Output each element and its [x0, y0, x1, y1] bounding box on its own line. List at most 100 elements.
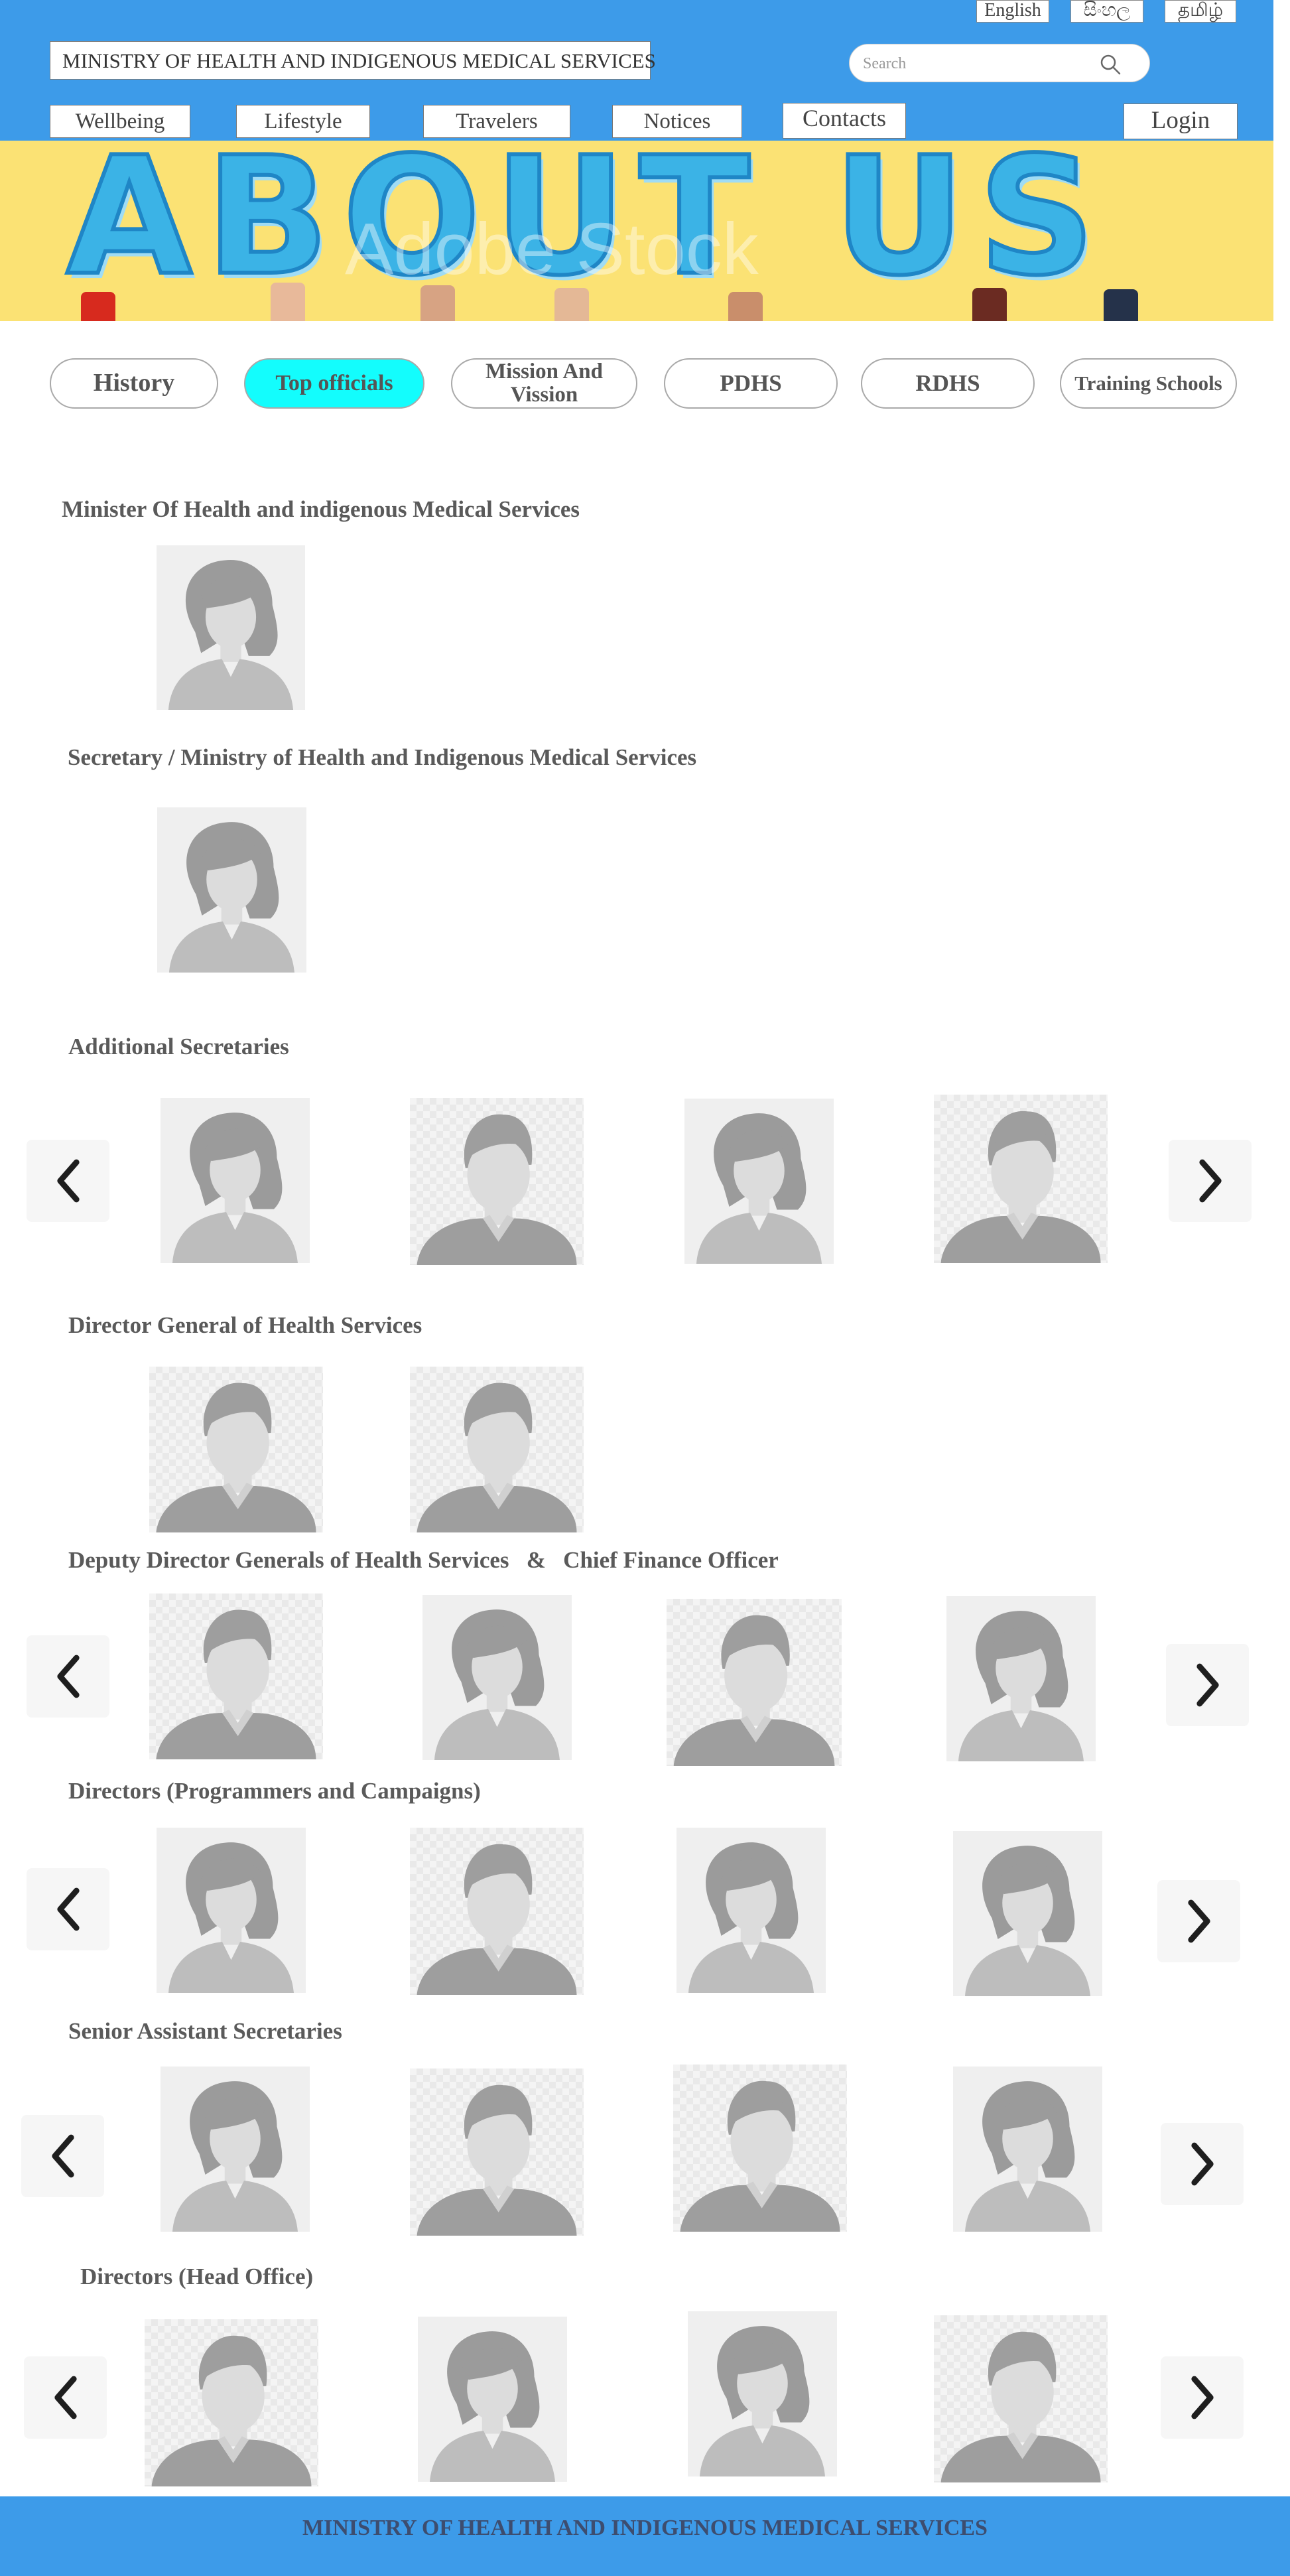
section-title-senior-assistant-secretaries: Senior Assistant Secretaries [68, 2018, 342, 2044]
official-photo[interactable] [157, 545, 305, 710]
official-photo[interactable] [422, 1595, 572, 1760]
nav-travelers[interactable]: Travelers [423, 105, 570, 138]
hand-image [1104, 289, 1138, 321]
section-title-directors-programmers: Directors (Programmers and Campaigns) [68, 1778, 481, 1804]
language-english-button[interactable]: English [976, 0, 1049, 23]
female-avatar-icon [168, 1842, 294, 1993]
official-photo[interactable] [667, 1599, 842, 1766]
official-photo[interactable] [157, 807, 306, 973]
section-title-directors-head-office: Directors (Head Office) [80, 2264, 314, 2289]
hand-image [271, 283, 305, 321]
tab-top-officials[interactable]: Top officials [244, 358, 424, 409]
female-avatar-icon [696, 1113, 822, 1264]
male-avatar-icon [151, 2335, 312, 2486]
male-avatar-icon [673, 1615, 835, 1766]
female-avatar-icon [700, 2326, 825, 2476]
female-avatar-icon [172, 1113, 298, 1263]
female-avatar-icon [168, 560, 294, 710]
male-avatar-icon [156, 1383, 316, 1532]
male-avatar-icon [417, 1383, 577, 1532]
hand-image [728, 292, 763, 321]
search-input[interactable] [862, 50, 1090, 78]
language-tamil-button[interactable]: தமிழ் [1165, 0, 1236, 23]
official-photo[interactable] [161, 2067, 310, 2232]
hand-image [972, 288, 1007, 321]
official-photo[interactable] [149, 1367, 323, 1532]
official-photo[interactable] [157, 1828, 306, 1993]
nav-contacts[interactable]: Contacts [783, 103, 906, 139]
official-photo[interactable] [673, 2065, 847, 2232]
male-avatar-icon [940, 2331, 1101, 2482]
tab-mission-label: Mission And Vission [485, 360, 603, 407]
carousel-next-button[interactable] [1166, 1644, 1249, 1726]
male-avatar-icon [156, 1609, 316, 1759]
female-avatar-icon [172, 2081, 298, 2232]
female-avatar-icon [958, 1611, 1084, 1761]
male-avatar-icon [680, 2080, 840, 2232]
chevron-right-icon [1191, 2142, 1214, 2186]
carousel-next-button[interactable] [1169, 1140, 1252, 1222]
official-photo[interactable] [934, 1095, 1108, 1263]
official-photo[interactable] [946, 1596, 1096, 1761]
nav-wellbeing[interactable]: Wellbeing [50, 105, 190, 138]
official-photo[interactable] [688, 2311, 837, 2476]
section-title-secretary: Secretary / Ministry of Health and Indig… [68, 744, 697, 770]
language-sinhala-button[interactable]: සිංහල [1070, 0, 1143, 23]
carousel-prev-button[interactable] [27, 1635, 109, 1718]
section-title-deputy-director-generals: Deputy Director Generals of Health Servi… [68, 1547, 779, 1573]
female-avatar-icon [965, 2081, 1090, 2232]
banner-watermark: Adobe Stock [345, 208, 759, 290]
tab-pdhs[interactable]: PDHS [664, 358, 838, 409]
carousel-prev-button[interactable] [27, 1868, 109, 1950]
official-photo[interactable] [953, 2067, 1102, 2232]
official-photo[interactable] [161, 1098, 310, 1263]
official-photo[interactable] [677, 1828, 826, 1993]
carousel-next-button[interactable] [1161, 2356, 1244, 2439]
carousel-next-button[interactable] [1157, 1880, 1240, 1962]
carousel-prev-button[interactable] [24, 2356, 107, 2439]
section-title-minister: Minister Of Health and indigenous Medica… [62, 496, 580, 522]
official-photo[interactable] [953, 1831, 1102, 1996]
chevron-left-icon [56, 1159, 80, 1203]
official-photo[interactable] [149, 1593, 323, 1759]
official-photo[interactable] [410, 1098, 584, 1265]
hand-image [420, 285, 455, 321]
female-avatar-icon [169, 822, 294, 973]
nav-lifestyle[interactable]: Lifestyle [236, 105, 370, 138]
official-photo[interactable] [410, 1367, 584, 1532]
search-box [849, 44, 1150, 82]
login-button[interactable]: Login [1124, 103, 1238, 139]
male-avatar-icon [417, 2084, 577, 2236]
official-photo[interactable] [410, 2068, 584, 2236]
male-avatar-icon [417, 1844, 577, 1995]
female-avatar-icon [430, 2331, 555, 2482]
chevron-right-icon [1187, 1899, 1210, 1943]
official-photo[interactable] [145, 2319, 318, 2486]
tab-training-schools-label: Training Schools [1074, 371, 1222, 395]
section-title-director-general: Director General of Health Services [68, 1312, 422, 1338]
official-photo[interactable] [684, 1099, 834, 1264]
carousel-prev-button[interactable] [21, 2115, 104, 2197]
site-footer: MINISTRY OF HEALTH AND INDIGENOUS MEDICA… [0, 2496, 1290, 2576]
tab-rdhs-label: RDHS [915, 370, 980, 396]
chevron-left-icon [56, 1887, 80, 1931]
nav-notices[interactable]: Notices [612, 105, 742, 138]
carousel-next-button[interactable] [1161, 2123, 1244, 2205]
tab-history[interactable]: History [50, 358, 218, 409]
chevron-right-icon [1198, 1159, 1222, 1203]
site-title[interactable]: MINISTRY OF HEALTH AND INDIGENOUS MEDICA… [50, 41, 656, 80]
tab-history-label: History [93, 369, 175, 397]
search-icon[interactable] [1098, 52, 1122, 76]
official-photo[interactable] [410, 1828, 584, 1995]
chevron-right-icon [1191, 2376, 1214, 2419]
chevron-left-icon [51, 2134, 74, 2178]
tab-mission-and-vission[interactable]: Mission And Vission [451, 358, 637, 409]
hand-image [554, 288, 589, 321]
official-photo[interactable] [418, 2317, 567, 2482]
tab-rdhs[interactable]: RDHS [861, 358, 1035, 409]
carousel-prev-button[interactable] [27, 1140, 109, 1222]
female-avatar-icon [965, 1846, 1090, 1996]
official-photo[interactable] [934, 2315, 1108, 2482]
tab-training-schools[interactable]: Training Schools [1060, 358, 1237, 409]
section-title-additional-secretaries: Additional Secretaries [68, 1034, 289, 1059]
